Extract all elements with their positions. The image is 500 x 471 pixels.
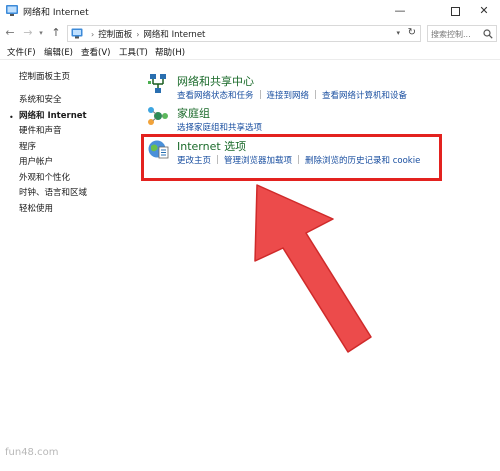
menu-view[interactable]: 查看(V) bbox=[81, 46, 110, 58]
highlight-box bbox=[141, 134, 442, 181]
address-field[interactable]: › 控制面板 › 网络和 Internet ▾ ↻ bbox=[67, 25, 421, 42]
breadcrumb-item-network-internet[interactable]: 网络和 Internet bbox=[143, 30, 205, 40]
title-bar: 网络和 Internet — ✕ bbox=[0, 0, 500, 22]
chevron-right-icon: › bbox=[136, 30, 140, 39]
link-homegroup-sharing-options[interactable]: 选择家庭组和共享选项 bbox=[177, 123, 262, 133]
chevron-down-icon[interactable]: ▾ bbox=[396, 29, 400, 37]
sidebar-item-hardware-sound[interactable]: 硬件和声音 bbox=[19, 124, 62, 136]
search-icon[interactable] bbox=[483, 29, 493, 39]
link-connect-network[interactable]: 连接到网络 bbox=[267, 91, 310, 101]
window-title: 网络和 Internet bbox=[23, 8, 89, 18]
link-separator bbox=[259, 90, 261, 99]
chevron-right-icon: › bbox=[91, 30, 95, 39]
forward-button[interactable]: → bbox=[21, 26, 35, 40]
sidebar-item-appearance[interactable]: 外观和个性化 bbox=[19, 171, 70, 183]
category-title-homegroup[interactable]: 家庭组 bbox=[177, 105, 210, 121]
sidebar-item-clock-language[interactable]: 时钟、语言和区域 bbox=[19, 186, 87, 198]
sidebar bbox=[0, 60, 140, 471]
maximize-button[interactable] bbox=[440, 0, 470, 22]
arrow-shape bbox=[254, 184, 372, 353]
maximize-icon bbox=[450, 6, 460, 16]
recent-locations-dropdown[interactable]: ▾ bbox=[36, 26, 46, 40]
breadcrumb-item-control-panel[interactable]: 控制面板 bbox=[98, 30, 132, 40]
search-placeholder: 搜索控制... bbox=[431, 30, 471, 39]
breadcrumb: › 控制面板 › 网络和 Internet bbox=[87, 28, 205, 40]
category-title-network-sharing[interactable]: 网络和共享中心 bbox=[177, 73, 254, 89]
sidebar-item-ease-of-access[interactable]: 轻松使用 bbox=[19, 202, 53, 214]
control-panel-icon bbox=[71, 28, 83, 39]
close-button[interactable]: ✕ bbox=[469, 0, 499, 22]
link-view-network-status[interactable]: 查看网络状态和任务 bbox=[177, 91, 254, 101]
sidebar-item-system-security[interactable]: 系统和安全 bbox=[19, 93, 62, 105]
address-bar-row: ← → ▾ ↑ › 控制面板 › 网络和 Internet ▾ ↻ 搜索控制... bbox=[0, 22, 500, 44]
watermark: fun48.com bbox=[5, 447, 59, 458]
menu-bar: 文件(F) 编辑(E) 查看(V) 工具(T) 帮助(H) bbox=[0, 44, 500, 60]
link-separator bbox=[315, 90, 317, 99]
homegroup-icon bbox=[148, 107, 168, 125]
search-input[interactable]: 搜索控制... bbox=[427, 25, 497, 42]
menu-file[interactable]: 文件(F) bbox=[7, 46, 36, 58]
refresh-icon[interactable]: ↻ bbox=[408, 27, 416, 38]
minimize-button[interactable]: — bbox=[385, 0, 415, 22]
category-links: 选择家庭组和共享选项 bbox=[177, 121, 262, 133]
current-item-bullet: • bbox=[9, 113, 14, 122]
sidebar-item-network-internet[interactable]: 网络和 Internet bbox=[19, 109, 87, 121]
sidebar-item-home[interactable]: 控制面板主页 bbox=[19, 70, 70, 82]
menu-help[interactable]: 帮助(H) bbox=[155, 46, 185, 58]
link-view-network-computers[interactable]: 查看网络计算机和设备 bbox=[322, 91, 407, 101]
up-button[interactable]: ↑ bbox=[49, 26, 63, 40]
menu-tools[interactable]: 工具(T) bbox=[119, 46, 148, 58]
menu-edit[interactable]: 编辑(E) bbox=[44, 46, 73, 58]
sidebar-item-user-accounts[interactable]: 用户帐户 bbox=[19, 155, 53, 167]
sidebar-item-programs[interactable]: 程序 bbox=[19, 140, 36, 152]
network-sharing-icon bbox=[148, 74, 166, 93]
category-links: 查看网络状态和任务 连接到网络 查看网络计算机和设备 bbox=[177, 89, 407, 101]
control-panel-icon bbox=[6, 5, 18, 16]
back-button[interactable]: ← bbox=[3, 26, 17, 40]
